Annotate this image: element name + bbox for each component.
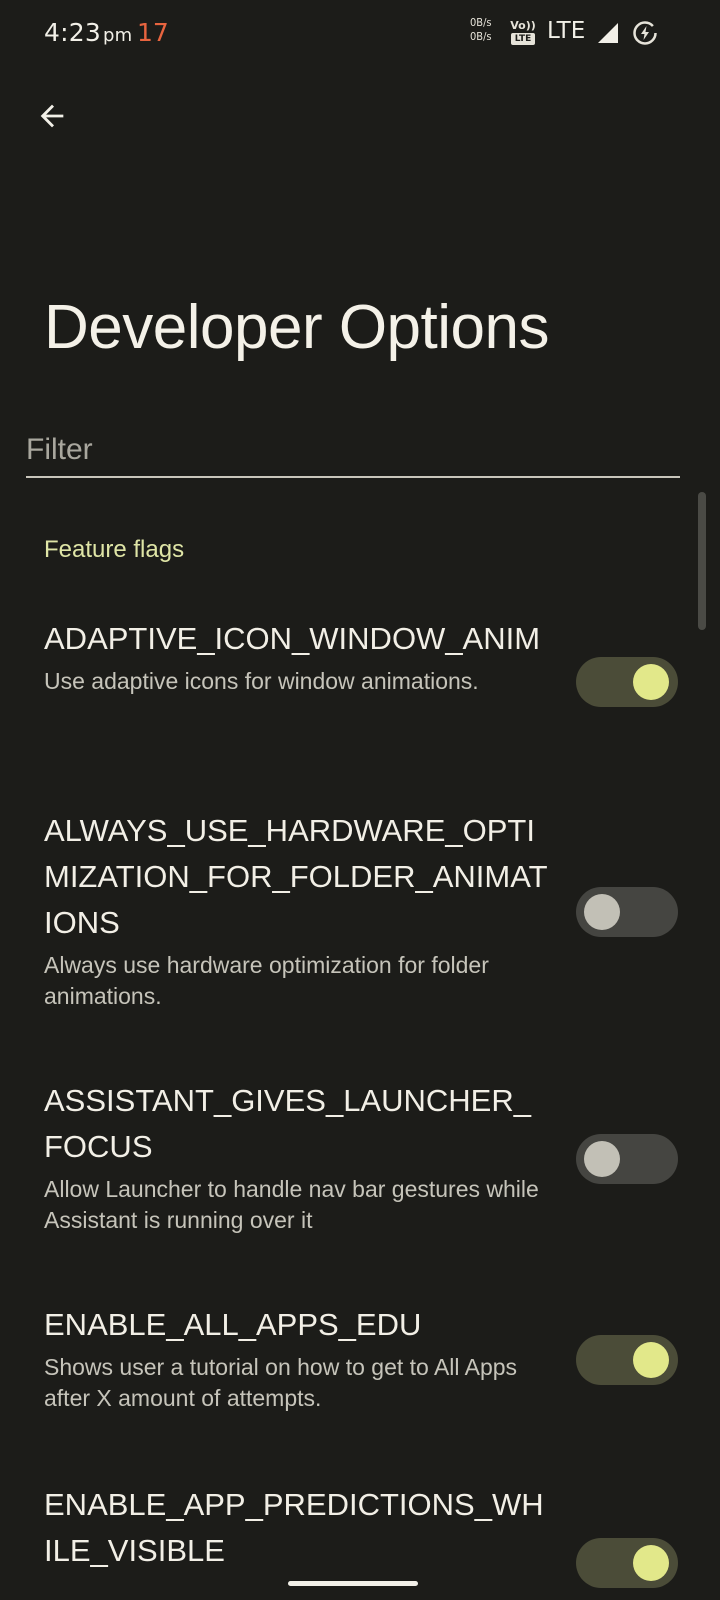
- notification-count: 17: [137, 18, 169, 47]
- home-gesture-bar[interactable]: [288, 1581, 418, 1586]
- developer-options-screen: 4:23 pm 17 0B/s 0B/s Vo)) LTE LTE Develop…: [0, 0, 720, 1600]
- network-speed: 0B/s 0B/s: [470, 16, 492, 44]
- flag-title: ENABLE_APP_PREDICTIONS_WHILE_VISIBLE: [44, 1487, 544, 1568]
- volte-bottom-label: LTE: [511, 33, 535, 45]
- flag-title: ALWAYS_USE_HARDWARE_OPTIMIZATION_FOR_FOL…: [44, 813, 548, 940]
- flag-toggle-switch[interactable]: [576, 1538, 678, 1588]
- volte-icon: Vo)) LTE: [509, 20, 537, 46]
- toggle-thumb: [633, 1342, 669, 1378]
- flag-item-assistant-gives-launcher-focus[interactable]: ASSISTANT_GIVES_LAUNCHER_FOCUS Allow Lau…: [0, 1078, 720, 1248]
- arrow-back-icon: [40, 104, 64, 128]
- volte-top-label: Vo)): [510, 19, 536, 32]
- flag-title: ASSISTANT_GIVES_LAUNCHER_FOCUS: [44, 1083, 531, 1164]
- toggle-thumb: [633, 664, 669, 700]
- filter-input[interactable]: [26, 424, 680, 478]
- page-title: Developer Options: [44, 293, 550, 362]
- flag-description: Always use hardware optimization for fol…: [44, 952, 489, 1009]
- status-time-value: 4:23: [44, 18, 101, 47]
- flag-toggle-switch[interactable]: [576, 1335, 678, 1385]
- network-type: LTE: [547, 18, 586, 44]
- toggle-thumb: [584, 894, 620, 930]
- flag-item-adaptive-icon-window-anim[interactable]: ADAPTIVE_ICON_WINDOW_ANIM Use adaptive i…: [0, 616, 720, 756]
- toggle-thumb: [584, 1141, 620, 1177]
- back-button[interactable]: [30, 94, 74, 138]
- scrollbar[interactable]: [698, 492, 706, 630]
- status-bar: 4:23 pm 17 0B/s 0B/s Vo)) LTE LTE: [0, 0, 720, 68]
- flag-description: Use adaptive icons for window animations…: [44, 668, 479, 694]
- flag-item-always-use-hardware-optimization[interactable]: ALWAYS_USE_HARDWARE_OPTIMIZATION_FOR_FOL…: [0, 808, 720, 1018]
- flag-title: ADAPTIVE_ICON_WINDOW_ANIM: [44, 621, 541, 656]
- battery-charging-icon: [633, 21, 657, 45]
- network-speed-down: 0B/s: [470, 30, 492, 43]
- flag-toggle-switch[interactable]: [576, 887, 678, 937]
- network-speed-up: 0B/s: [470, 16, 492, 29]
- signal-icon: [598, 23, 618, 43]
- section-header-feature-flags: Feature flags: [44, 536, 185, 563]
- flag-description: Shows user a tutorial on how to get to A…: [44, 1354, 518, 1411]
- status-time: 4:23 pm: [44, 18, 132, 47]
- status-time-ampm: pm: [102, 25, 133, 46]
- flag-item-enable-all-apps-edu[interactable]: ENABLE_ALL_APPS_EDU Shows user a tutoria…: [0, 1302, 720, 1432]
- flag-description: Allow Launcher to handle nav bar gesture…: [44, 1176, 539, 1233]
- flag-toggle-switch[interactable]: [576, 1134, 678, 1184]
- flag-toggle-switch[interactable]: [576, 657, 678, 707]
- flag-title: ENABLE_ALL_APPS_EDU: [44, 1307, 422, 1342]
- toggle-thumb: [633, 1545, 669, 1581]
